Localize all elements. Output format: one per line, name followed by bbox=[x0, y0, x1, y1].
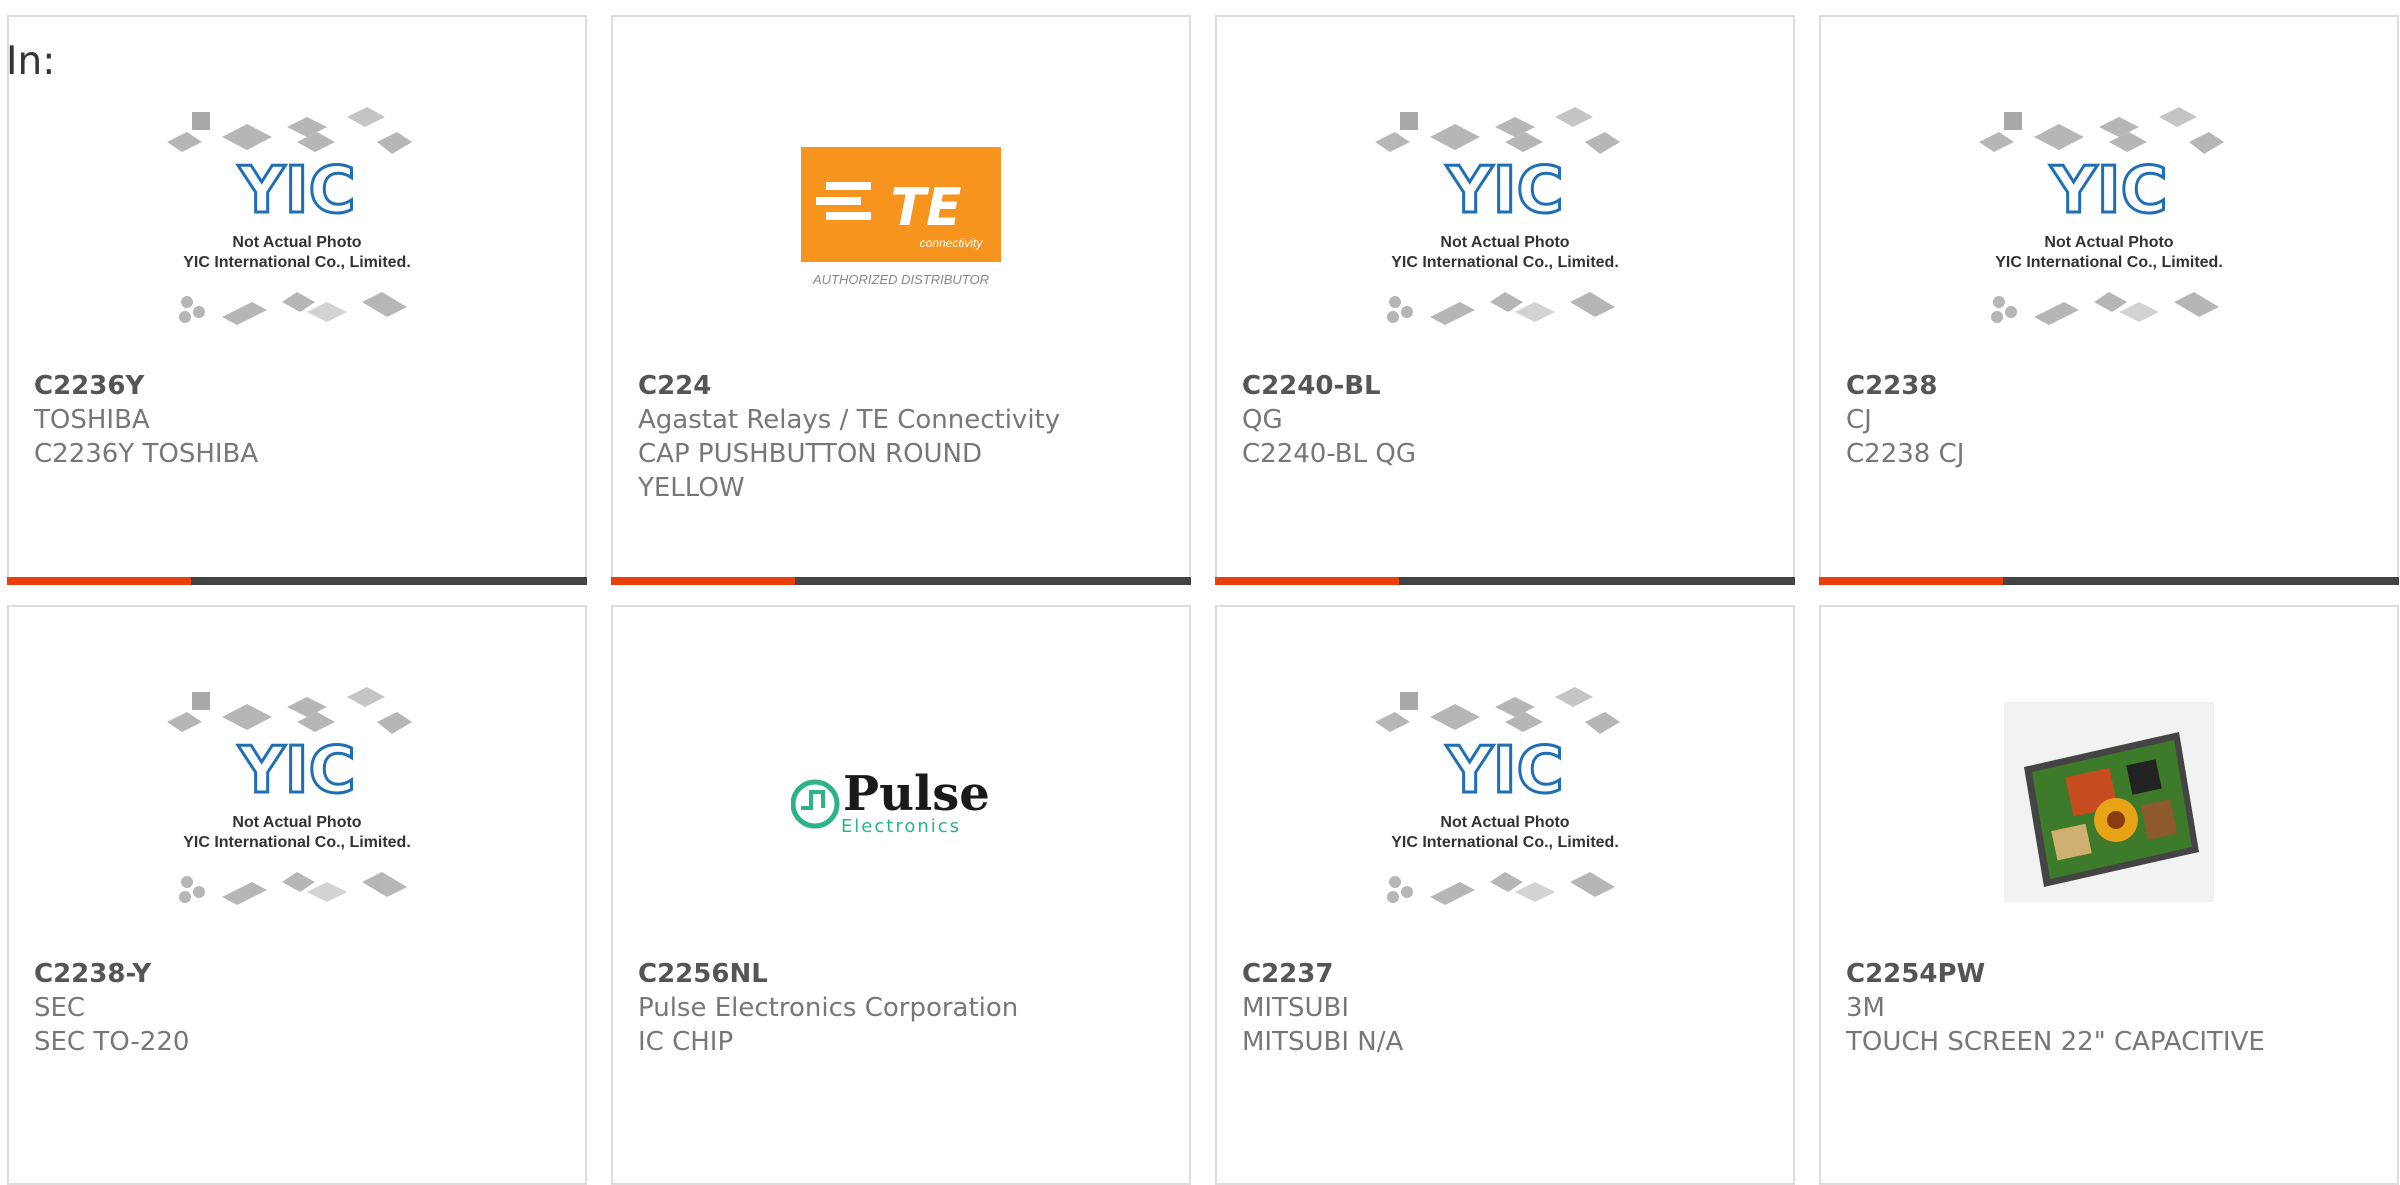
svg-text:YIC: YIC bbox=[2049, 154, 2167, 228]
svg-text:YIC: YIC bbox=[237, 734, 355, 808]
svg-text:AUTHORIZED DISTRIBUTOR: AUTHORIZED DISTRIBUTOR bbox=[812, 272, 989, 287]
card-accent-bar bbox=[7, 577, 191, 585]
part-number[interactable]: C2237 bbox=[1242, 957, 1773, 991]
part-number[interactable]: C224 bbox=[638, 369, 1169, 403]
in-label: In: bbox=[6, 39, 56, 84]
svg-text:YIC International Co., Limited: YIC International Co., Limited. bbox=[183, 834, 411, 851]
svg-text:Not Actual Photo: Not Actual Photo bbox=[232, 234, 361, 251]
description: SEC TO-220 bbox=[34, 1027, 190, 1057]
svg-text:connectivity: connectivity bbox=[920, 236, 984, 250]
card-bottom-bar bbox=[1215, 577, 1795, 585]
product-image-touchscreen-photo bbox=[1821, 657, 2397, 947]
card-bottom-bar bbox=[1819, 577, 2399, 585]
product-info: C2256NL Pulse Electronics Corporation IC… bbox=[638, 957, 1169, 1059]
description: TOUCH SCREEN 22" CAPACITIVE bbox=[1846, 1027, 2265, 1057]
part-number[interactable]: C2238-Y bbox=[34, 957, 565, 991]
manufacturer: QG bbox=[1242, 405, 1283, 435]
product-info: C2236Y TOSHIBA C2236Y TOSHIBA bbox=[34, 369, 565, 471]
product-card[interactable]: YIC Not Actual Photo YIC International C… bbox=[1215, 15, 1795, 585]
description: C2238 CJ bbox=[1846, 439, 1965, 469]
yic-placeholder-image: YIC Not Actual Photo YIC International C… bbox=[167, 107, 412, 325]
svg-text:Electronics: Electronics bbox=[841, 816, 961, 837]
product-info: C2240-BL QG C2240-BL QG bbox=[1242, 369, 1773, 471]
description: C2236Y TOSHIBA bbox=[34, 439, 259, 469]
pulse-electronics-logo: Pulse Electronics bbox=[791, 766, 990, 837]
svg-text:Not Actual Photo: Not Actual Photo bbox=[1440, 234, 1569, 251]
product-card[interactable]: YIC Not Actual Photo YIC International C… bbox=[7, 15, 587, 585]
manufacturer: 3M bbox=[1846, 993, 1885, 1023]
product-image-yic-placeholder: YIC Not Actual Photo YIC International C… bbox=[1217, 77, 1793, 367]
card-accent-bar bbox=[1819, 577, 2003, 585]
svg-text:Pulse: Pulse bbox=[843, 766, 990, 822]
product-image-yic-placeholder: YIC Not Actual Photo YIC International C… bbox=[1217, 657, 1793, 947]
product-card[interactable]: C2254PW 3M TOUCH SCREEN 22" CAPACITIVE bbox=[1819, 605, 2399, 1185]
card-accent-bar bbox=[611, 577, 795, 585]
yic-placeholder-image: YIC Not Actual Photo YIC International C… bbox=[1375, 107, 1620, 325]
manufacturer: TOSHIBA bbox=[34, 405, 150, 435]
product-card[interactable]: YIC Not Actual Photo YIC International C… bbox=[1215, 605, 1795, 1185]
manufacturer: SEC bbox=[34, 993, 86, 1023]
product-image-pulse-logo: Pulse Electronics bbox=[613, 657, 1189, 947]
svg-text:YIC: YIC bbox=[1445, 734, 1563, 808]
product-image-yic-placeholder: YIC Not Actual Photo YIC International C… bbox=[1821, 77, 2397, 367]
card-accent-bar bbox=[1215, 577, 1399, 585]
description: MITSUBI N/A bbox=[1242, 1027, 1404, 1057]
product-info: C2237 MITSUBI MITSUBI N/A bbox=[1242, 957, 1773, 1059]
svg-text:YIC: YIC bbox=[1445, 154, 1563, 228]
card-bottom-bar bbox=[611, 577, 1191, 585]
part-number[interactable]: C2240-BL bbox=[1242, 369, 1773, 403]
description-continued: YELLOW bbox=[638, 473, 745, 503]
description: IC CHIP bbox=[638, 1027, 734, 1057]
te-connectivity-logo: TE connectivity AUTHORIZED DISTRIBUTOR bbox=[801, 147, 1001, 287]
touchscreen-photo bbox=[2004, 702, 2214, 902]
manufacturer: MITSUBI bbox=[1242, 993, 1350, 1023]
manufacturer: Pulse Electronics Corporation bbox=[638, 993, 1019, 1023]
svg-text:YIC International Co., Limited: YIC International Co., Limited. bbox=[1995, 254, 2223, 271]
product-card[interactable]: TE connectivity AUTHORIZED DISTRIBUTOR C… bbox=[611, 15, 1191, 585]
svg-text:YIC International Co., Limited: YIC International Co., Limited. bbox=[183, 254, 411, 271]
svg-text:YIC International Co., Limited: YIC International Co., Limited. bbox=[1391, 254, 1619, 271]
svg-text:TE: TE bbox=[891, 178, 962, 238]
product-image-yic-placeholder: YIC Not Actual Photo YIC International C… bbox=[9, 77, 585, 367]
card-bottom-bar bbox=[7, 577, 587, 585]
svg-text:YIC: YIC bbox=[237, 154, 355, 228]
svg-text:Not Actual Photo: Not Actual Photo bbox=[2044, 234, 2173, 251]
svg-text:YIC International Co., Limited: YIC International Co., Limited. bbox=[1391, 834, 1619, 851]
product-info: C224 Agastat Relays / TE Connectivity CA… bbox=[638, 369, 1169, 505]
product-info: C2254PW 3M TOUCH SCREEN 22" CAPACITIVE bbox=[1846, 957, 2377, 1059]
manufacturer: CJ bbox=[1846, 405, 1872, 435]
part-number[interactable]: C2238 bbox=[1846, 369, 2377, 403]
part-number[interactable]: C2254PW bbox=[1846, 957, 2377, 991]
product-info: C2238 CJ C2238 CJ bbox=[1846, 369, 2377, 471]
product-image-te-logo: TE connectivity AUTHORIZED DISTRIBUTOR bbox=[613, 77, 1189, 367]
description: C2240-BL QG bbox=[1242, 439, 1416, 469]
product-card[interactable]: YIC Not Actual Photo YIC International C… bbox=[7, 605, 587, 1185]
manufacturer: Agastat Relays / TE Connectivity bbox=[638, 405, 1061, 435]
svg-text:Not Actual Photo: Not Actual Photo bbox=[1440, 814, 1569, 831]
yic-placeholder-image: YIC Not Actual Photo YIC International C… bbox=[167, 687, 412, 905]
description: CAP PUSHBUTTON ROUND bbox=[638, 439, 983, 469]
yic-placeholder-image: YIC Not Actual Photo YIC International C… bbox=[1375, 687, 1620, 905]
product-card[interactable]: YIC Not Actual Photo YIC International C… bbox=[1819, 15, 2399, 585]
product-grid: YIC Not Actual Photo YIC International C… bbox=[0, 0, 2400, 1185]
product-card[interactable]: Pulse Electronics C2256NL Pulse Electron… bbox=[611, 605, 1191, 1185]
yic-placeholder-image: YIC Not Actual Photo YIC International C… bbox=[1979, 107, 2224, 325]
svg-text:Not Actual Photo: Not Actual Photo bbox=[232, 814, 361, 831]
part-number[interactable]: C2256NL bbox=[638, 957, 1169, 991]
part-number[interactable]: C2236Y bbox=[34, 369, 565, 403]
product-info: C2238-Y SEC SEC TO-220 bbox=[34, 957, 565, 1059]
product-image-yic-placeholder: YIC Not Actual Photo YIC International C… bbox=[9, 657, 585, 947]
